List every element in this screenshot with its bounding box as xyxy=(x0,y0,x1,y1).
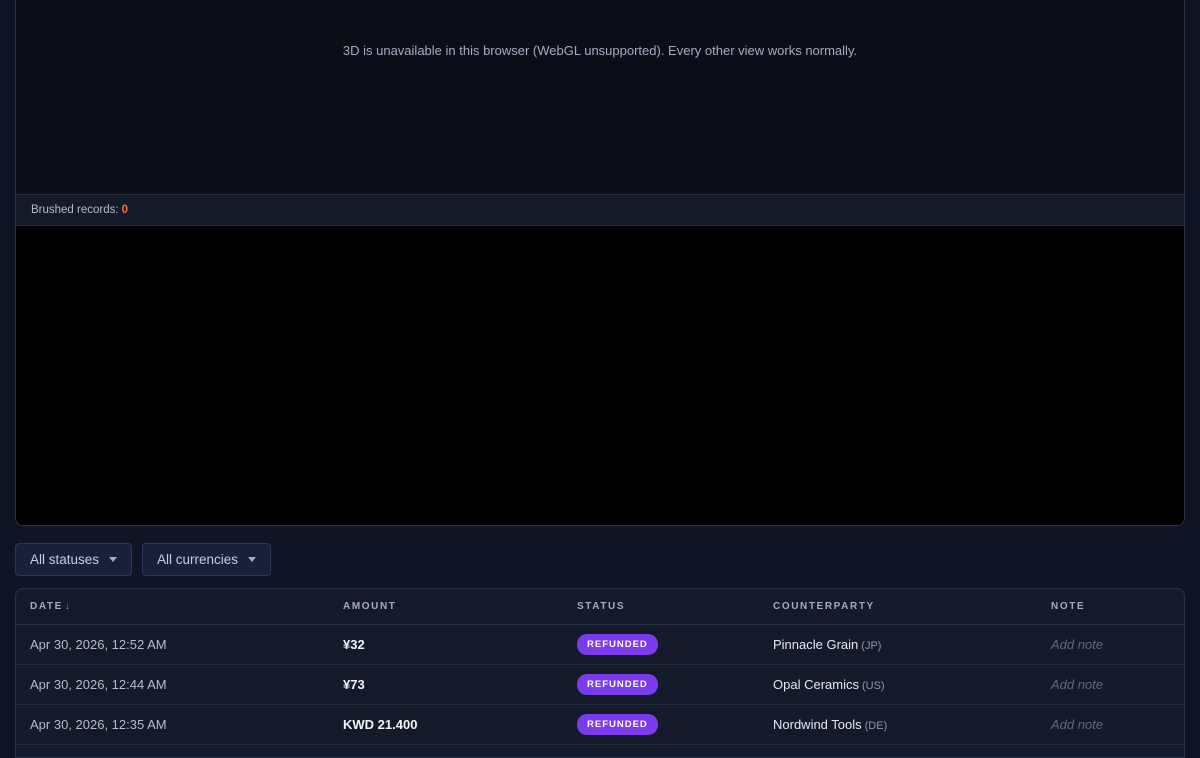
counterparty-country: (US) xyxy=(861,679,885,692)
sort-desc-icon: ↓ xyxy=(64,600,72,612)
add-note-field[interactable]: Add note xyxy=(1037,664,1184,705)
cell-counterparty: Nordwind Tools (DE) xyxy=(759,704,1037,745)
counterparty-country: (DE) xyxy=(864,719,888,732)
table-row[interactable]: Apr 30, 2026, 12:44 AM ¥73 REFUNDED Opal… xyxy=(16,664,1184,705)
visualization-panel: 3D is unavailable in this browser (WebGL… xyxy=(15,0,1185,526)
counterparty-name: Pinnacle Grain xyxy=(773,636,859,652)
status-filter-label: All statuses xyxy=(30,552,100,567)
status-badge: REFUNDED xyxy=(577,673,658,695)
chevron-down-icon xyxy=(248,557,257,562)
cell-status: REFUNDED xyxy=(563,624,759,665)
cell-amount: KWD 21.400 xyxy=(329,704,563,745)
brushed-records-label: Brushed records: xyxy=(31,204,119,216)
chevron-down-icon xyxy=(109,557,118,562)
transactions-table: DATE ↓ AMOUNT STATUS COUNTERPARTY NOTE Ap… xyxy=(15,588,1185,758)
currency-filter-dropdown[interactable]: All currencies xyxy=(142,543,272,576)
plot-canvas[interactable] xyxy=(16,226,1184,525)
counterparty-name: Nordwind Tools xyxy=(773,716,862,732)
table-row[interactable]: Apr 30, 2026, 12:52 AM ¥32 REFUNDED Pinn… xyxy=(16,624,1184,665)
cell-status: REFUNDED xyxy=(563,664,759,705)
webgl-viewport: 3D is unavailable in this browser (WebGL… xyxy=(16,0,1184,194)
cell-amount: ¥32 xyxy=(329,624,563,665)
cell-amount: ¥73 xyxy=(329,664,563,705)
column-header-date[interactable]: DATE ↓ xyxy=(16,589,329,625)
counterparty-country: (JP) xyxy=(861,639,882,652)
column-header-amount[interactable]: AMOUNT xyxy=(329,589,563,625)
table-row[interactable]: Apr 30, 2026, 12:35 AM KWD 21.400 REFUND… xyxy=(16,704,1184,745)
cell-date: Apr 30, 2026, 12:35 AM xyxy=(16,704,329,745)
column-header-note: NOTE xyxy=(1037,589,1184,625)
cell-counterparty: Opal Ceramics (US) xyxy=(759,664,1037,705)
cell-date: Apr 30, 2026, 12:44 AM xyxy=(16,664,329,705)
status-badge: REFUNDED xyxy=(577,633,658,655)
cell-counterparty: Pinnacle Grain (JP) xyxy=(759,624,1037,665)
counterparty-name: Opal Ceramics xyxy=(773,676,859,692)
webgl-unavailable-message: 3D is unavailable in this browser (WebGL… xyxy=(342,43,858,58)
column-header-counterparty[interactable]: COUNTERPARTY xyxy=(759,589,1037,625)
table-header-row: DATE ↓ AMOUNT STATUS COUNTERPARTY NOTE xyxy=(16,589,1184,625)
add-note-field[interactable]: Add note xyxy=(1037,704,1184,745)
brush-status-bar: Brushed records: 0 xyxy=(16,194,1184,226)
column-header-status[interactable]: STATUS xyxy=(563,589,759,625)
filter-bar: All statuses All currencies xyxy=(15,543,272,576)
status-badge: REFUNDED xyxy=(577,713,658,735)
cell-date: Apr 30, 2026, 12:52 AM xyxy=(16,624,329,665)
cell-status: REFUNDED xyxy=(563,704,759,745)
brushed-records-count: 0 xyxy=(121,204,128,216)
add-note-field[interactable]: Add note xyxy=(1037,624,1184,665)
status-filter-dropdown[interactable]: All statuses xyxy=(15,543,133,576)
currency-filter-label: All currencies xyxy=(157,552,239,567)
